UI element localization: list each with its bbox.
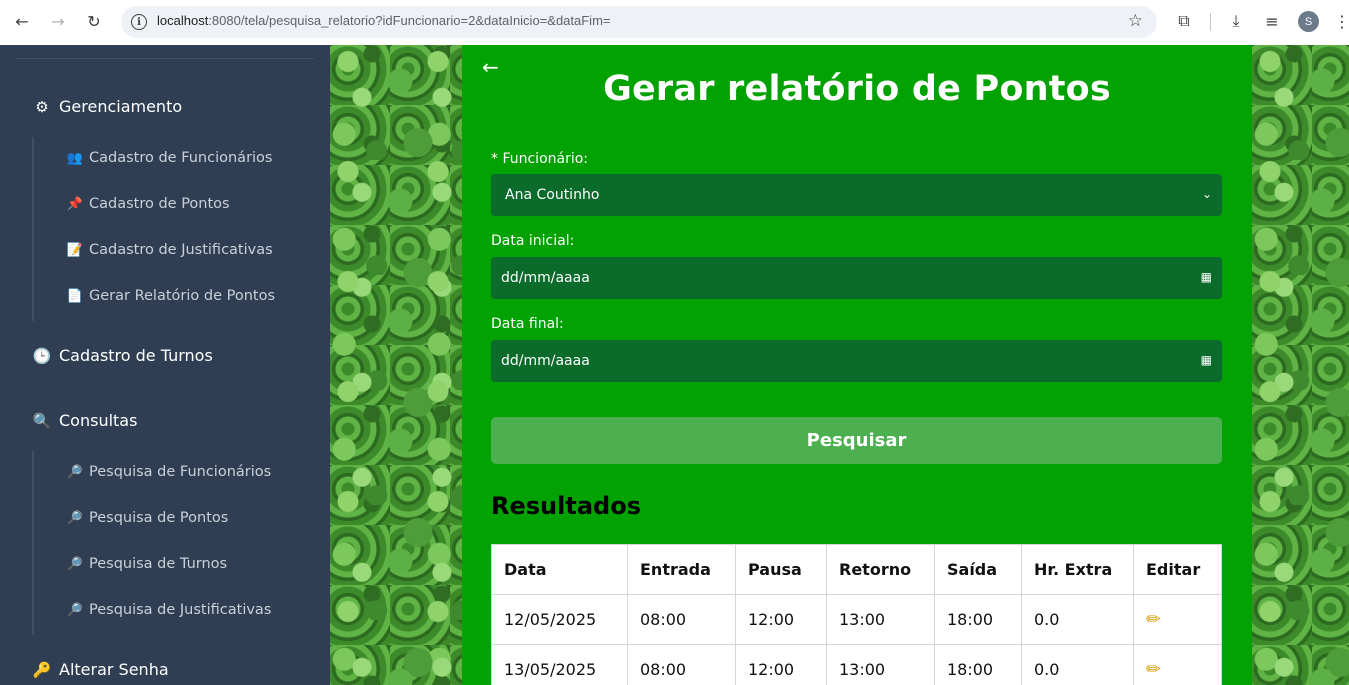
table-header-row: Data Entrada Pausa Retorno Saída Hr. Ext… xyxy=(491,544,1222,595)
sidebar-item-label: Cadastro de Pontos xyxy=(89,196,230,212)
cell-pausa: 12:00 xyxy=(735,644,827,685)
sidebar-item-pesquisa-pontos[interactable]: 🔎 Pesquisa de Pontos xyxy=(67,510,228,526)
pencil-icon[interactable]: ✏ xyxy=(1146,609,1161,630)
people-icon: 👥 xyxy=(66,150,84,166)
sidebar-item-label: Gerar Relatório de Pontos xyxy=(89,288,275,304)
search-button[interactable]: Pesquisar xyxy=(491,417,1222,464)
sidebar-item-cadastro-funcionarios[interactable]: 👥 Cadastro de Funcionários xyxy=(67,150,273,166)
cell-hr-extra: 0.0 xyxy=(1021,644,1134,685)
cell-pausa: 12:00 xyxy=(735,594,827,645)
funcionario-selected-value: Ana Coutinho xyxy=(505,187,600,203)
address-bar[interactable]: i localhost:8080/tela/pesquisa_relatorio… xyxy=(121,6,1157,38)
data-final-value: dd/mm/aaaa xyxy=(501,353,590,369)
clock-icon: 🕒 xyxy=(32,346,52,365)
col-header-retorno: Retorno xyxy=(826,544,935,595)
submenu-line xyxy=(32,137,34,321)
cell-retorno: 13:00 xyxy=(826,594,935,645)
sidebar-divider xyxy=(16,58,314,59)
sidebar-item-pesquisa-funcionarios[interactable]: 🔎 Pesquisa de Funcionários xyxy=(67,464,271,480)
pin-icon: 📌 xyxy=(66,196,84,212)
cell-retorno: 13:00 xyxy=(826,644,935,685)
sidebar-item-label: Cadastro de Justificativas xyxy=(89,242,273,258)
section-label: Consultas xyxy=(59,411,138,430)
sidebar-item-cadastro-pontos[interactable]: 📌 Cadastro de Pontos xyxy=(67,196,230,212)
cell-saida: 18:00 xyxy=(934,644,1022,685)
cell-hr-extra: 0.0 xyxy=(1021,594,1134,645)
col-header-entrada: Entrada xyxy=(627,544,736,595)
submenu-line xyxy=(32,451,34,635)
search-icon: 🔎 xyxy=(66,602,84,618)
search-icon: 🔎 xyxy=(66,464,84,480)
site-info-icon[interactable]: i xyxy=(131,14,147,30)
reload-icon[interactable]: ↻ xyxy=(82,9,106,33)
data-final-label: Data final: xyxy=(491,316,564,332)
cell-editar: ✏ xyxy=(1133,644,1222,685)
cell-editar: ✏ xyxy=(1133,594,1222,645)
memo-icon: 📝 xyxy=(66,242,84,258)
section-label: Gerenciamento xyxy=(59,97,183,116)
data-inicial-input[interactable]: dd/mm/aaaa ▦ xyxy=(491,257,1222,299)
sidebar-section-turnos[interactable]: 🕒 Cadastro de Turnos xyxy=(33,346,213,365)
cell-data: 13/05/2025 xyxy=(491,644,628,685)
sidebar-section-alterar-senha[interactable]: 🔑 Alterar Senha xyxy=(33,660,169,679)
table-row: 12/05/2025 08:00 12:00 13:00 18:00 0.0 ✏ xyxy=(491,594,1222,645)
toolbar-divider xyxy=(1210,13,1211,31)
menu-kebab-icon[interactable]: ⋮ xyxy=(1331,10,1349,32)
chevron-down-icon: ⌄ xyxy=(1201,187,1212,201)
report-panel: ← Gerar relatório de Pontos * Funcionári… xyxy=(462,45,1252,685)
data-final-input[interactable]: dd/mm/aaaa ▦ xyxy=(491,340,1222,382)
key-icon: 🔑 xyxy=(32,660,52,679)
bookmark-star-icon[interactable]: ☆ xyxy=(1128,11,1143,31)
col-header-saida: Saída xyxy=(934,544,1022,595)
sidebar-item-label: Pesquisa de Pontos xyxy=(89,510,229,526)
download-icon[interactable]: ⤓ xyxy=(1225,10,1247,32)
sidebar-item-label: Pesquisa de Funcionários xyxy=(89,464,272,480)
section-label: Alterar Senha xyxy=(59,660,169,679)
browser-toolbar: ← → ↻ i localhost:8080/tela/pesquisa_rel… xyxy=(0,0,1349,45)
calendar-icon[interactable]: ▦ xyxy=(1201,353,1212,367)
results-table: Data Entrada Pausa Retorno Saída Hr. Ext… xyxy=(491,544,1222,685)
search-icon: 🔎 xyxy=(66,510,84,526)
sidebar-section-gerenciamento[interactable]: ⚙ Gerenciamento xyxy=(33,97,182,116)
profile-avatar[interactable]: S xyxy=(1298,11,1319,32)
section-label: Cadastro de Turnos xyxy=(59,346,213,365)
col-header-hr-extra: Hr. Extra xyxy=(1021,544,1134,595)
search-icon: 🔎 xyxy=(66,556,84,572)
results-title: Resultados xyxy=(491,492,641,520)
extensions-icon[interactable]: ⧉ xyxy=(1173,10,1195,32)
sidebar-item-label: Pesquisa de Justificativas xyxy=(89,602,272,618)
sidebar-item-pesquisa-turnos[interactable]: 🔎 Pesquisa de Turnos xyxy=(67,556,227,572)
gear-icon: ⚙ xyxy=(35,97,49,116)
col-header-editar: Editar xyxy=(1133,544,1222,595)
funcionario-select[interactable]: Ana Coutinho ⌄ xyxy=(491,174,1222,216)
back-icon[interactable]: ← xyxy=(10,9,34,33)
background-grass-left xyxy=(330,45,462,685)
col-header-data: Data xyxy=(491,544,628,595)
sidebar-item-pesquisa-justificativas[interactable]: 🔎 Pesquisa de Justificativas xyxy=(67,602,271,618)
sidebar-item-label: Pesquisa de Turnos xyxy=(89,556,228,572)
sidebar-item-label: Cadastro de Funcionários xyxy=(89,150,273,166)
magnifier-icon: 🔍 xyxy=(32,411,52,430)
sidebar-item-cadastro-justificativas[interactable]: 📝 Cadastro de Justificativas xyxy=(67,242,273,258)
background-grass-right xyxy=(1252,45,1349,685)
cell-entrada: 08:00 xyxy=(627,644,736,685)
sidebar: ⚙ Gerenciamento 👥 Cadastro de Funcionári… xyxy=(0,45,330,685)
data-inicial-label: Data inicial: xyxy=(491,233,575,249)
document-icon: 📄 xyxy=(66,288,84,304)
funcionario-label: * Funcionário: xyxy=(491,151,589,167)
table-row: 13/05/2025 08:00 12:00 13:00 18:00 0.0 ✏ xyxy=(491,644,1222,685)
pencil-icon[interactable]: ✏ xyxy=(1146,659,1161,680)
col-header-pausa: Pausa xyxy=(735,544,827,595)
url-text[interactable]: localhost:8080/tela/pesquisa_relatorio?i… xyxy=(157,13,611,28)
forward-icon[interactable]: → xyxy=(46,9,70,33)
cell-data: 12/05/2025 xyxy=(491,594,628,645)
data-inicial-value: dd/mm/aaaa xyxy=(501,270,590,286)
cell-saida: 18:00 xyxy=(934,594,1022,645)
sidebar-section-consultas[interactable]: 🔍 Consultas xyxy=(32,411,138,430)
calendar-icon[interactable]: ▦ xyxy=(1201,270,1212,284)
page-title: Gerar relatório de Pontos xyxy=(603,69,1111,109)
media-icon[interactable]: ≡ xyxy=(1261,10,1283,32)
cell-entrada: 08:00 xyxy=(627,594,736,645)
sidebar-item-gerar-relatorio[interactable]: 📄 Gerar Relatório de Pontos xyxy=(67,288,275,304)
